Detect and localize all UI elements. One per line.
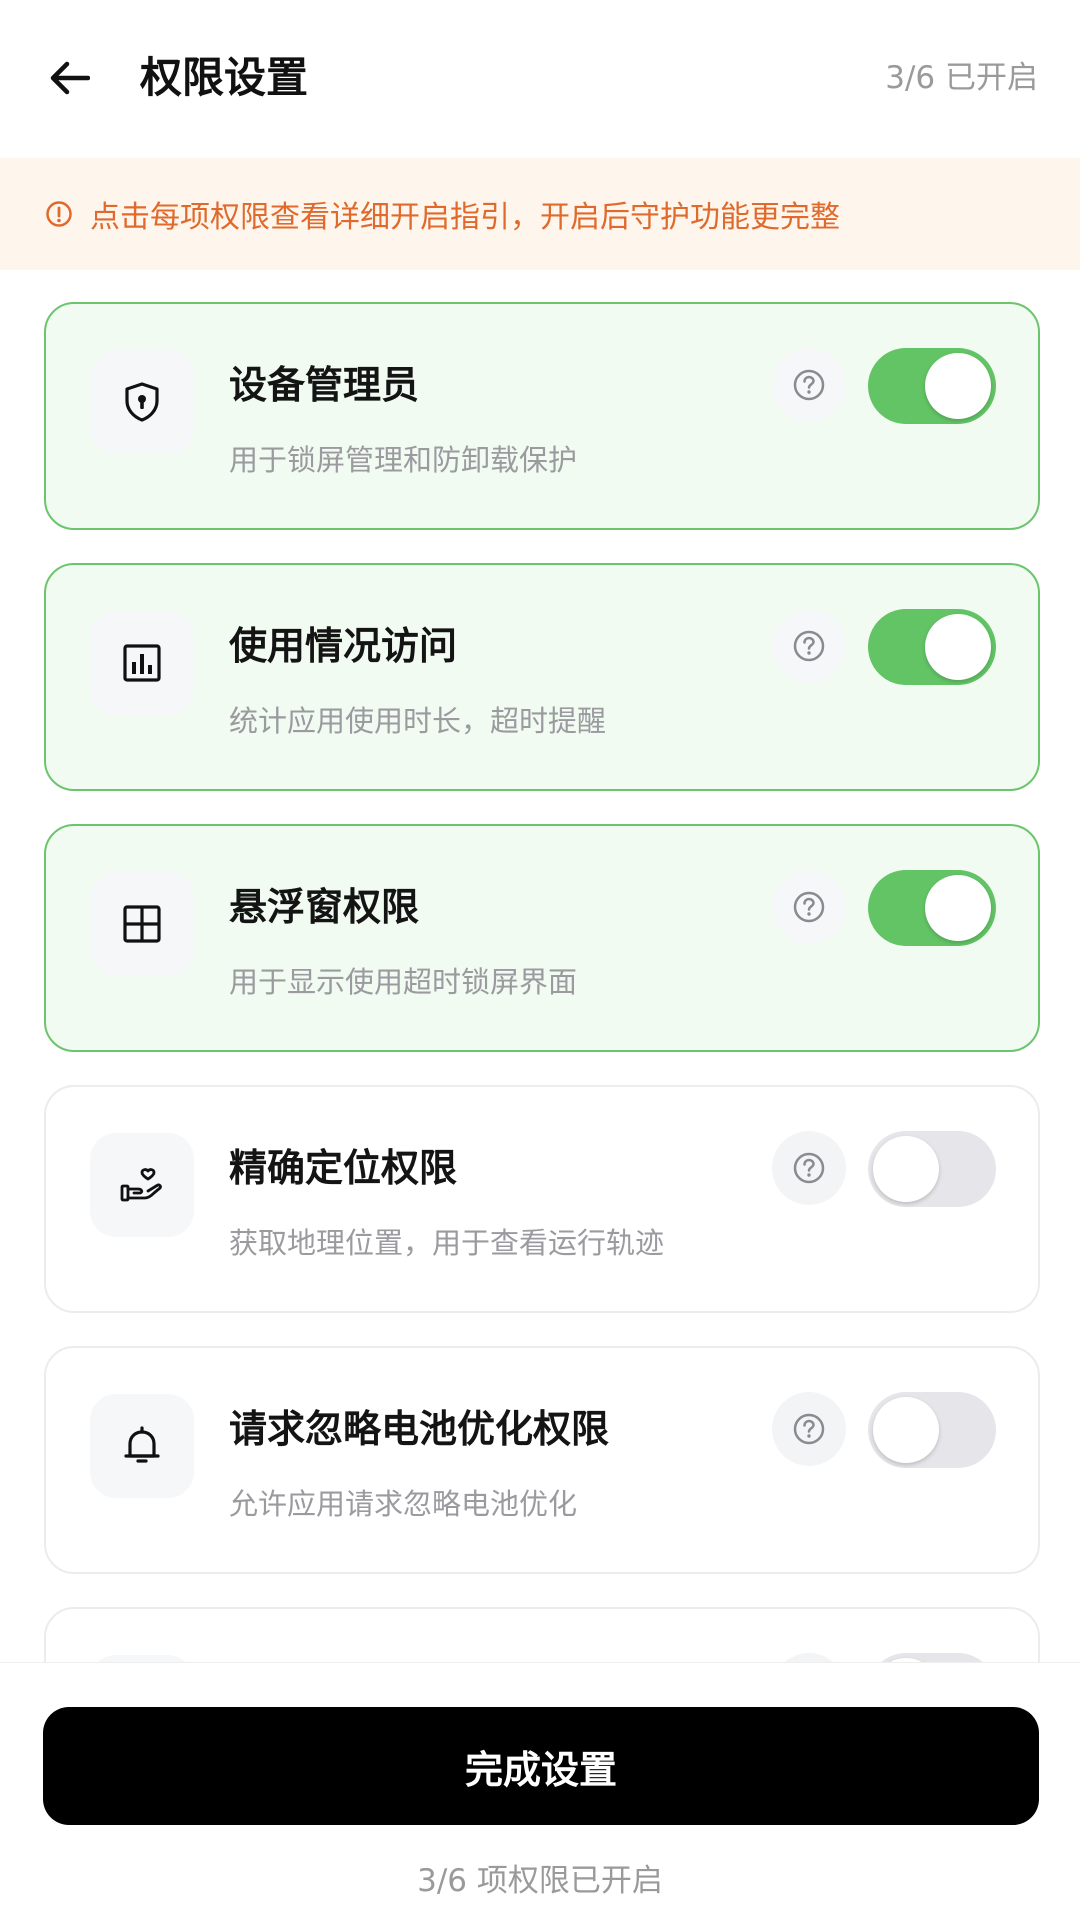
permission-card-partial[interactable] bbox=[44, 1607, 1040, 1662]
permission-desc: 用于锁屏管理和防卸载保护 bbox=[229, 443, 578, 477]
guide-notice-banner: 点击每项权限查看详细开启指引，开启后守护功能更完整 bbox=[0, 158, 1080, 270]
bell-icon bbox=[90, 1394, 194, 1498]
toggle-knob bbox=[925, 353, 991, 419]
toggle-knob bbox=[873, 1136, 939, 1202]
permission-toggle[interactable] bbox=[868, 609, 996, 685]
permission-desc: 统计应用使用时长，超时提醒 bbox=[229, 704, 607, 738]
permission-toggle[interactable] bbox=[868, 1131, 996, 1207]
help-button[interactable] bbox=[772, 1653, 846, 1662]
help-button[interactable] bbox=[772, 348, 846, 422]
help-button[interactable] bbox=[772, 870, 846, 944]
help-button[interactable] bbox=[772, 609, 846, 683]
permission-toggle[interactable] bbox=[868, 1653, 996, 1662]
permission-toggle[interactable] bbox=[868, 1392, 996, 1468]
question-circle-icon bbox=[793, 891, 825, 923]
question-circle-icon bbox=[793, 1413, 825, 1445]
permission-card-battery-optimization[interactable]: 请求忽略电池优化权限 允许应用请求忽略电池优化 bbox=[44, 1346, 1040, 1574]
toggle-knob bbox=[873, 1397, 939, 1463]
question-circle-icon bbox=[793, 1152, 825, 1184]
permission-desc: 允许应用请求忽略电池优化 bbox=[229, 1487, 578, 1521]
question-circle-icon bbox=[793, 369, 825, 401]
permission-desc: 用于显示使用超时锁屏界面 bbox=[229, 965, 578, 999]
bar-chart-icon bbox=[90, 611, 194, 715]
footer-bar: 完成设置 3/6 项权限已开启 bbox=[0, 1662, 1080, 1920]
arrow-left-icon bbox=[50, 61, 90, 95]
permission-card-device-admin[interactable]: 设备管理员 用于锁屏管理和防卸载保护 bbox=[44, 302, 1040, 530]
layout-window-icon bbox=[90, 872, 194, 976]
footer-status-text: 3/6 项权限已开启 bbox=[417, 1863, 663, 1899]
permission-card-usage-access[interactable]: 使用情况访问 统计应用使用时长，超时提醒 bbox=[44, 563, 1040, 791]
permission-desc: 获取地理位置，用于查看运行轨迹 bbox=[229, 1226, 665, 1260]
toggle-knob bbox=[925, 614, 991, 680]
permission-title: 设备管理员 bbox=[229, 363, 420, 407]
permission-toggle[interactable] bbox=[868, 348, 996, 424]
enabled-count-status: 3/6 已开启 bbox=[885, 60, 1038, 96]
permission-list[interactable]: 设备管理员 用于锁屏管理和防卸载保护 使用情况访问 统计应用使用时长，超时提醒 bbox=[0, 270, 1080, 1662]
permission-title: 悬浮窗权限 bbox=[229, 885, 420, 929]
notice-text: 点击每项权限查看详细开启指引，开启后守护功能更完整 bbox=[90, 200, 840, 235]
permission-title: 精确定位权限 bbox=[229, 1146, 458, 1190]
shield-lock-icon bbox=[90, 350, 194, 454]
help-button[interactable] bbox=[772, 1131, 846, 1205]
toggle-knob bbox=[925, 875, 991, 941]
info-icon bbox=[44, 199, 74, 229]
help-button[interactable] bbox=[772, 1392, 846, 1466]
permission-title: 请求忽略电池优化权限 bbox=[229, 1407, 610, 1451]
card-icon-placeholder bbox=[90, 1655, 194, 1662]
permission-card-precise-location[interactable]: 精确定位权限 获取地理位置，用于查看运行轨迹 bbox=[44, 1085, 1040, 1313]
permission-title: 使用情况访问 bbox=[229, 624, 458, 668]
page-title: 权限设置 bbox=[140, 53, 309, 102]
permission-card-overlay[interactable]: 悬浮窗权限 用于显示使用超时锁屏界面 bbox=[44, 824, 1040, 1052]
back-button[interactable] bbox=[44, 52, 96, 104]
question-circle-icon bbox=[793, 630, 825, 662]
header-bar: 权限设置 3/6 已开启 bbox=[0, 0, 1080, 158]
hand-heart-icon bbox=[90, 1133, 194, 1237]
permission-toggle[interactable] bbox=[868, 870, 996, 946]
finish-setup-button[interactable]: 完成设置 bbox=[43, 1707, 1039, 1825]
